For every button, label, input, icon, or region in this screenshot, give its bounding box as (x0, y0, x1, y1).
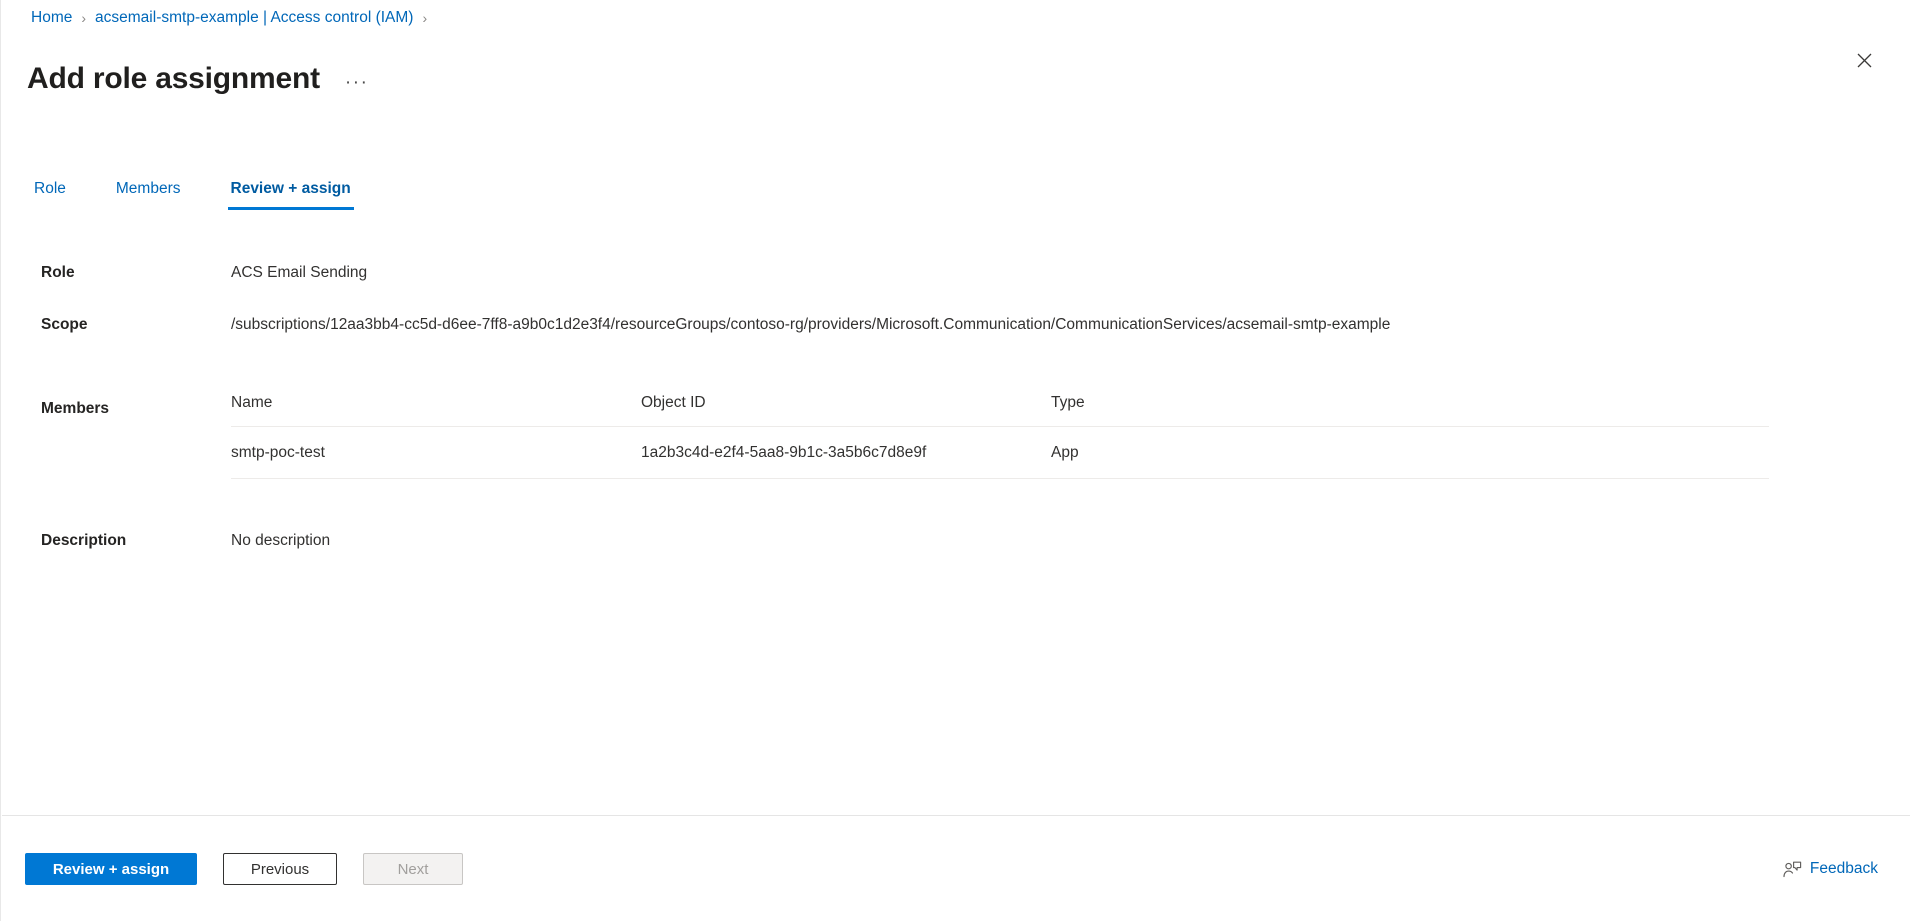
description-field: Description No description (41, 530, 330, 552)
scope-field: Scope /subscriptions/12aa3bb4-cc5d-d6ee-… (41, 314, 1390, 336)
tab-review-assign[interactable]: Review + assign (227, 179, 354, 210)
members-label: Members (41, 400, 110, 417)
breadcrumb-item-home[interactable]: Home (31, 8, 72, 28)
wizard-tabs: Role Members Review + assign (31, 170, 398, 210)
footer: Review + assign Previous Next Feedback (1, 816, 1910, 921)
footer-button-group: Review + assign Previous Next (25, 853, 463, 885)
description-value: No description (231, 532, 331, 549)
members-table: Name Object ID Type smtp-poc-test 1a2b3c… (231, 385, 1769, 479)
scope-value: /subscriptions/12aa3bb4-cc5d-d6ee-7ff8-a… (231, 316, 1391, 333)
feedback-person-icon (1783, 861, 1802, 878)
role-field: Role ACS Email Sending (41, 262, 367, 284)
role-value: ACS Email Sending (231, 264, 368, 281)
close-icon[interactable] (1848, 44, 1880, 76)
column-header-type: Type (1051, 385, 1769, 427)
add-role-assignment-blade: Home › acsemail-smtp-example | Access co… (0, 0, 1910, 921)
tab-members[interactable]: Members (113, 179, 184, 210)
cell-member-name: smtp-poc-test (231, 426, 641, 479)
feedback-label: Feedback (1809, 860, 1878, 877)
column-header-object-id: Object ID (641, 385, 1051, 427)
feedback-link[interactable]: Feedback (1783, 859, 1878, 879)
column-header-name: Name (231, 385, 641, 427)
members-section: Members Name Object ID Type smtp-poc-tes… (41, 385, 1771, 479)
breadcrumb-separator-icon: › (422, 10, 428, 26)
scope-label: Scope (41, 316, 88, 333)
role-label: Role (41, 264, 75, 281)
next-button: Next (363, 853, 463, 885)
description-label: Description (41, 532, 127, 549)
title-row: Add role assignment ··· (27, 40, 371, 118)
cell-member-type: App (1051, 426, 1769, 479)
review-assign-button[interactable]: Review + assign (25, 853, 197, 885)
breadcrumb-separator-icon: › (81, 10, 87, 26)
table-row: smtp-poc-test 1a2b3c4d-e2f4-5aa8-9b1c-3a… (231, 426, 1769, 479)
previous-button[interactable]: Previous (223, 853, 337, 885)
page-title: Add role assignment (27, 62, 320, 96)
table-header-row: Name Object ID Type (231, 385, 1769, 427)
tab-role[interactable]: Role (31, 179, 69, 210)
cell-member-object-id: 1a2b3c4d-e2f4-5aa8-9b1c-3a5b6c7d8e9f (641, 426, 1051, 479)
more-options-icon[interactable]: ··· (342, 72, 371, 94)
breadcrumb-item-access-control[interactable]: acsemail-smtp-example | Access control (… (95, 8, 413, 28)
breadcrumb: Home › acsemail-smtp-example | Access co… (31, 8, 436, 28)
